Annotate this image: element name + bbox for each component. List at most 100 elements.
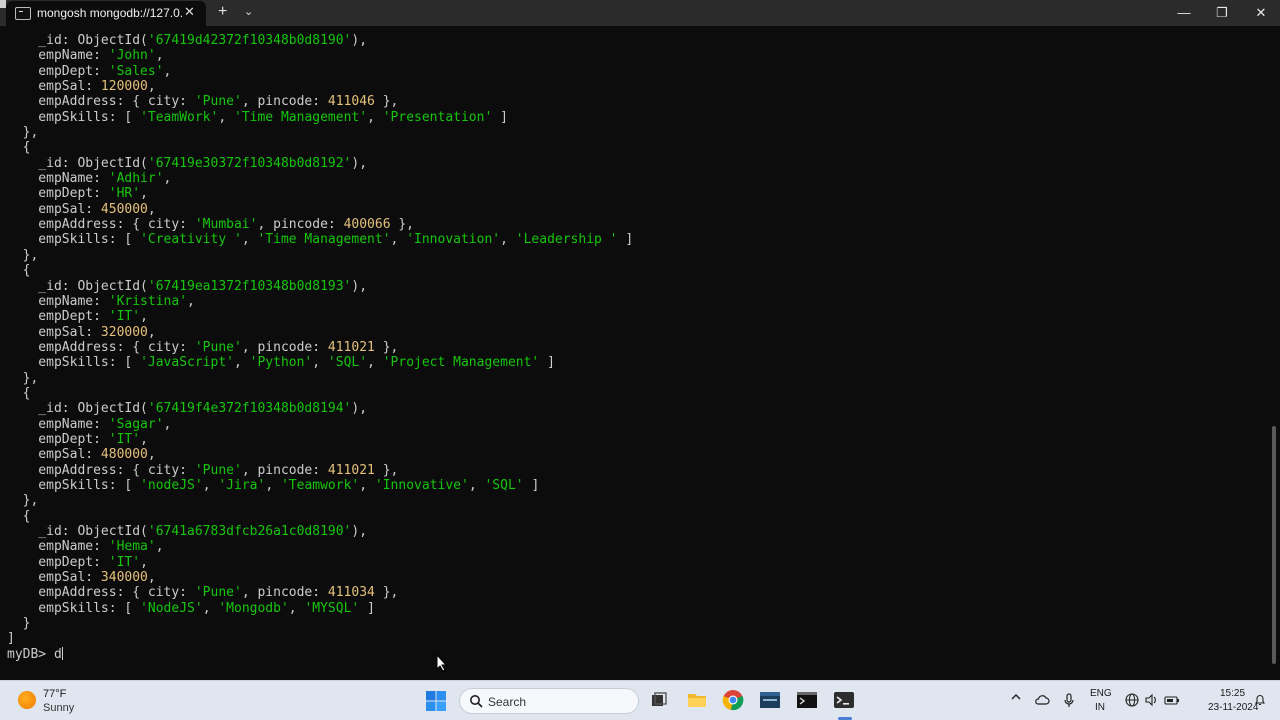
text-token: , [140, 186, 148, 202]
chevron-up-icon[interactable] [1010, 691, 1022, 706]
command-prompt-icon[interactable] [796, 689, 818, 711]
cloud-icon[interactable] [1034, 693, 1050, 710]
text-token: ] [492, 109, 508, 125]
text-token: empDept: [7, 63, 109, 79]
text-token: _id: ObjectId( [7, 401, 148, 417]
text-token: , [202, 600, 219, 616]
text-token: empSal: [7, 570, 101, 586]
terminal-line: empName: 'Adhir', [7, 171, 633, 186]
tab-close-button[interactable]: ✕ [184, 4, 195, 20]
close-button[interactable]: ✕ [1238, 0, 1280, 26]
terminal-line: empSal: 320000, [7, 325, 633, 340]
terminal-line: ] [7, 631, 633, 646]
text-token: , [367, 355, 383, 371]
terminal-line: empSkills: [ 'NodeJS', 'Mongodb', 'MYSQL… [7, 601, 633, 616]
string-token: 'John' [108, 48, 156, 64]
text-token: , pincode: [241, 94, 328, 110]
sun-icon[interactable] [18, 691, 36, 709]
text-token: } [7, 616, 31, 632]
text-token: , [163, 416, 172, 432]
text-cursor [61, 646, 63, 660]
terminal-line: empSal: 120000, [7, 79, 633, 94]
number-token: 400066 [343, 217, 391, 233]
prompt-line[interactable]: myDB> d [7, 646, 633, 662]
text-token: , [155, 539, 164, 555]
weather-description[interactable]: Sunny [43, 702, 74, 714]
language-indicator[interactable]: ENG [1090, 688, 1112, 699]
text-token: , [147, 324, 156, 340]
string-token: '67419e30372f10348b0d8192' [147, 155, 352, 171]
text-token: , [500, 232, 516, 248]
terminal-output[interactable]: _id: ObjectId('67419d42372f10348b0d8190'… [0, 26, 1280, 680]
text-token: ] [539, 355, 555, 371]
text-token: , [140, 309, 148, 325]
number-token: 450000 [100, 201, 148, 217]
text-token: , [202, 477, 219, 493]
terminal-line: empDept: 'IT', [7, 432, 633, 447]
taskbar-search-box[interactable]: Search [459, 688, 639, 714]
volume-icon[interactable] [1144, 693, 1158, 710]
microphone-icon[interactable] [1063, 693, 1075, 712]
tab-mongosh[interactable]: mongosh mongodb://127.0.0. ✕ [6, 1, 206, 26]
string-token: 'nodeJS' [140, 477, 203, 493]
text-token: ] [359, 600, 375, 616]
text-token: , [265, 477, 281, 493]
windows-start-icon[interactable] [426, 691, 446, 711]
terminal-line: }, [7, 371, 633, 386]
text-token: , [187, 293, 195, 309]
new-tab-button[interactable]: + [218, 3, 227, 21]
globe-icon[interactable] [1125, 693, 1139, 710]
chrome-icon[interactable] [722, 689, 744, 711]
weather-temperature[interactable]: 77°F [43, 688, 66, 700]
scrollbar-thumb[interactable] [1272, 426, 1276, 664]
command-input[interactable]: d [54, 647, 62, 662]
tab-dropdown-button[interactable]: ⌄ [244, 5, 253, 18]
string-token: 'JavaScript' [140, 355, 234, 371]
string-token: 'IT' [108, 431, 141, 447]
task-view-icon[interactable] [648, 689, 670, 711]
text-token: { [7, 508, 31, 524]
text-token: empSal: [7, 447, 101, 463]
text-token: ] [617, 232, 634, 248]
text-token: empSkills: [ [7, 232, 141, 248]
text-token: empName: [7, 293, 109, 309]
text-token: empDept: [7, 554, 109, 570]
battery-icon[interactable] [1164, 693, 1180, 710]
text-token: empAddress: { city: [7, 585, 195, 601]
windows-terminal-icon[interactable] [833, 689, 855, 711]
clock-time[interactable]: 15:25 [1220, 688, 1245, 699]
notification-bell-icon[interactable] [1253, 693, 1267, 707]
text-token: , [218, 109, 234, 125]
number-token: 480000 [100, 447, 148, 463]
text-token: , [147, 201, 156, 217]
text-token: empName: [7, 416, 109, 432]
terminal-line: empSal: 450000, [7, 202, 633, 217]
text-token: }, [374, 94, 399, 110]
string-token: 'Project Management' [382, 355, 540, 371]
terminal-line: _id: ObjectId('67419f4e372f10348b0d8194'… [7, 401, 633, 416]
terminal-line: _id: ObjectId('67419d42372f10348b0d8190'… [7, 33, 633, 48]
number-token: 411034 [327, 585, 375, 601]
text-token: empAddress: { city: [7, 339, 195, 355]
text-token: empAddress: { city: [7, 462, 195, 478]
string-token: 'HR' [108, 186, 141, 202]
clock-date[interactable]: 23-11-2024 [1208, 702, 1258, 713]
file-explorer-icon[interactable] [686, 689, 708, 711]
terminal-line: empSkills: [ 'nodeJS', 'Jira', 'Teamwork… [7, 478, 633, 493]
terminal-icon [15, 7, 31, 20]
text-token: }, [374, 462, 399, 478]
terminal-line: empDept: 'IT', [7, 555, 633, 570]
text-token: empAddress: { city: [7, 217, 195, 233]
number-token: 320000 [100, 324, 148, 340]
text-token: , pincode: [241, 339, 328, 355]
text-token: _id: ObjectId( [7, 33, 148, 48]
text-token: ] [7, 631, 15, 647]
terminal-line: empName: 'John', [7, 48, 633, 63]
text-token: , [288, 600, 305, 616]
terminal-line: empName: 'Sagar', [7, 417, 633, 432]
mysql-workbench-icon[interactable] [759, 689, 781, 711]
string-token: 'Pune' [194, 585, 242, 601]
region-indicator[interactable]: IN [1095, 702, 1105, 713]
text-token: ), [351, 278, 368, 294]
text-token: { [7, 385, 31, 401]
